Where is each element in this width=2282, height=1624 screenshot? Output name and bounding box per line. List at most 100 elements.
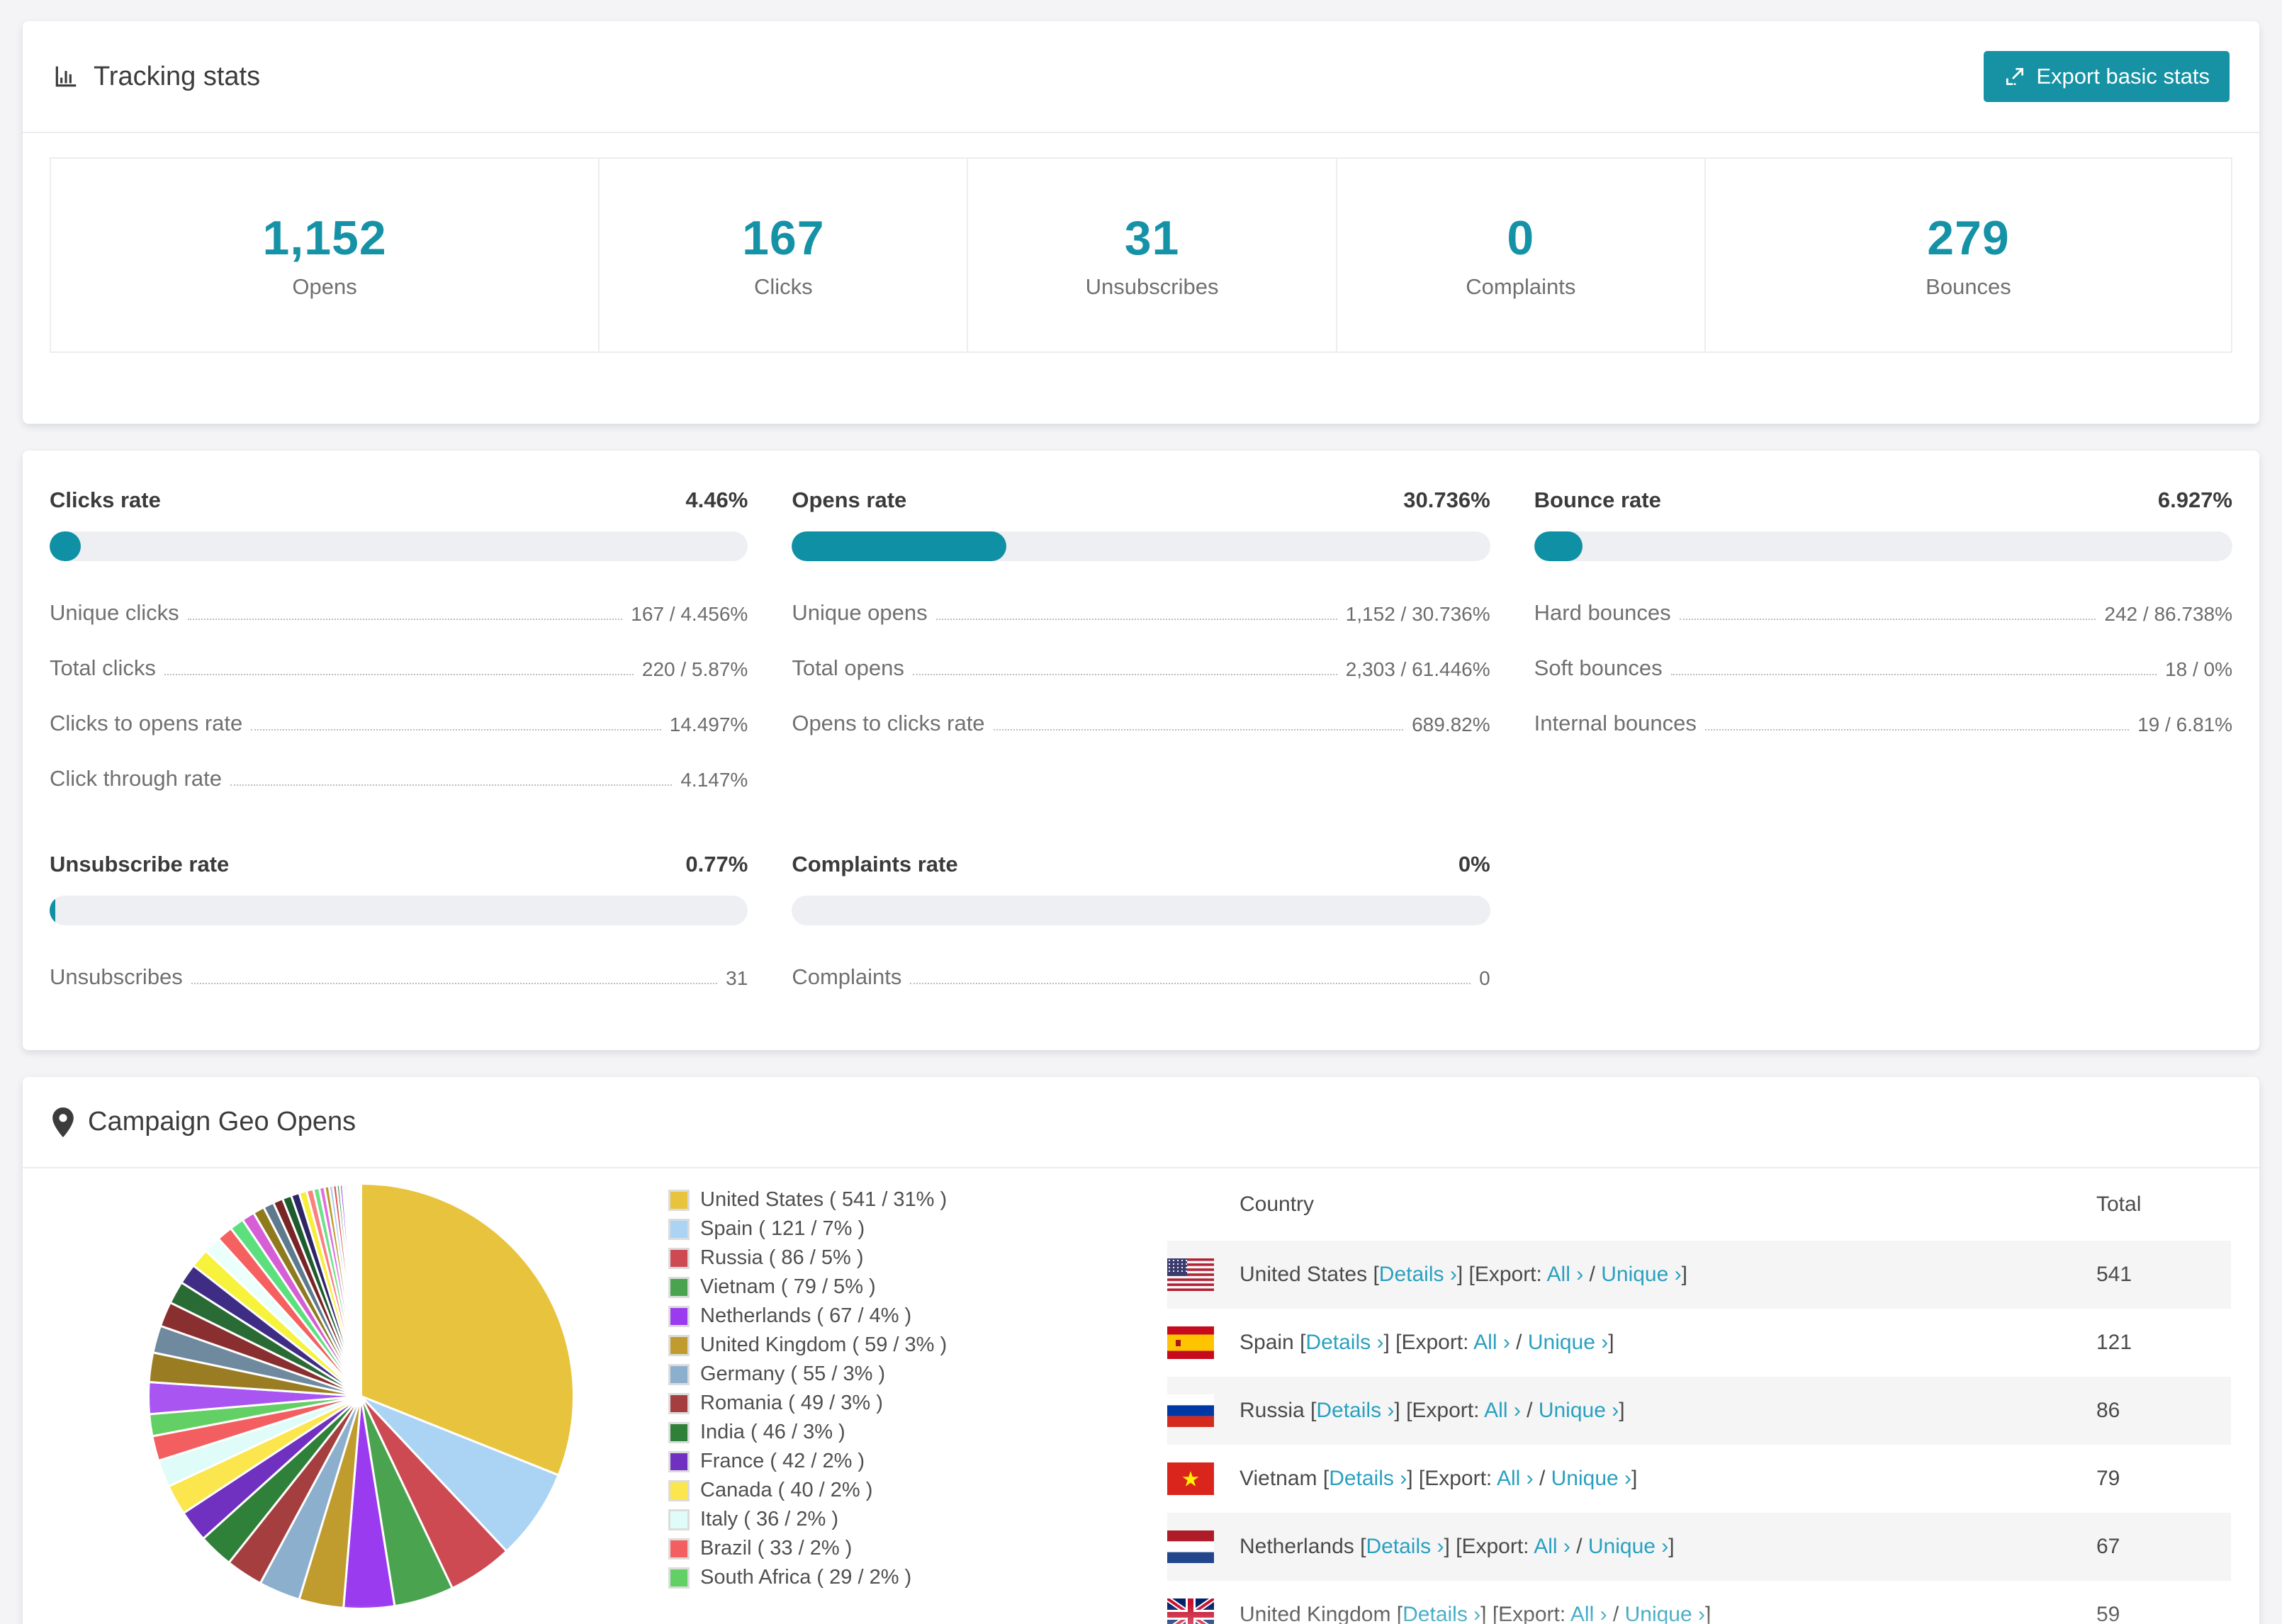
bounce-rate-title: Bounce rate (1534, 487, 1661, 512)
unsubscribe-rate-value: 0.77% (685, 852, 748, 876)
legend-item[interactable]: Romania ( 49 / 3% ) (668, 1389, 1093, 1418)
geo-header: Campaign Geo Opens (23, 1077, 2259, 1168)
details-link[interactable]: Details › (1316, 1399, 1394, 1422)
stat-row: Total opens 2,303 / 61.446% (792, 636, 1490, 692)
opens-rate-title: Opens rate (792, 487, 907, 512)
legend-swatch (670, 1511, 687, 1528)
legend-item[interactable]: Germany ( 55 / 3% ) (668, 1360, 1093, 1389)
country-flag-icon (1167, 1462, 1214, 1495)
legend-item[interactable]: France ( 42 / 2% ) (668, 1447, 1093, 1476)
legend-item[interactable]: South Africa ( 29 / 2% ) (668, 1563, 1093, 1592)
export-all-link[interactable]: All › (1473, 1331, 1510, 1354)
legend-label: United Kingdom ( 59 / 3% ) (700, 1333, 948, 1356)
legend-item[interactable]: Spain ( 121 / 7% ) (668, 1214, 1093, 1244)
legend-swatch (670, 1307, 687, 1325)
dotted-leader (1704, 729, 2130, 731)
legend-label: Spain ( 121 / 7% ) (700, 1217, 865, 1240)
details-link[interactable]: Details › (1305, 1331, 1383, 1354)
legend-item[interactable]: Brazil ( 33 / 2% ) (668, 1534, 1093, 1563)
bounce-rate-progress-bar (1534, 531, 2232, 561)
export-unique-link[interactable]: Unique › (1588, 1535, 1668, 1558)
export-all-link[interactable]: All › (1484, 1399, 1521, 1422)
export-unique-link[interactable]: Unique › (1539, 1399, 1619, 1422)
legend-item[interactable]: United States ( 541 / 31% ) (668, 1185, 1093, 1214)
export-unique-link[interactable]: Unique › (1601, 1263, 1681, 1286)
bounces-count: 279 (1927, 211, 2010, 265)
stat-row: Total clicks 220 / 5.87% (50, 636, 748, 692)
legend-label: Russia ( 86 / 5% ) (700, 1246, 864, 1269)
complaints-rate-progress-bar (792, 896, 1490, 925)
legend-item[interactable]: Netherlands ( 67 / 4% ) (668, 1302, 1093, 1331)
bounces-label: Bounces (1926, 274, 2011, 299)
legend-label: Germany ( 55 / 3% ) (700, 1363, 886, 1385)
tracking-stats-header: Tracking stats Export basic stats (23, 21, 2259, 133)
export-button-label: Export basic stats (2036, 64, 2210, 89)
opens-count: 1,152 (262, 211, 387, 265)
clicks-rate-value: 4.46% (685, 487, 748, 512)
export-all-link[interactable]: All › (1497, 1467, 1534, 1490)
stat-row: Internal bounces 19 / 6.81% (1534, 692, 2232, 747)
legend-item[interactable]: Russia ( 86 / 5% ) (668, 1244, 1093, 1273)
export-all-link[interactable]: All › (1570, 1603, 1607, 1624)
export-unique-link[interactable]: Unique › (1551, 1467, 1631, 1490)
unsubscribe-rate-block: Unsubscribe rate 0.77% Unsubscribes 31 (50, 852, 748, 1000)
geo-table-header: Country Total (1167, 1168, 2231, 1241)
stat-row-value: 1,152 / 30.736% (1345, 603, 1490, 625)
complaints-rate-value: 0% (1458, 852, 1490, 876)
stat-row-value: 4.147% (680, 769, 748, 791)
export-all-link[interactable]: All › (1534, 1535, 1570, 1558)
table-row: Vietnam [Details ›] [Export: All › / Uni… (1167, 1445, 2231, 1513)
legend-item[interactable]: Vietnam ( 79 / 5% ) (668, 1273, 1093, 1302)
legend-item[interactable]: India ( 46 / 3% ) (668, 1418, 1093, 1447)
dotted-leader (910, 983, 1471, 984)
legend-item[interactable]: Canada ( 40 / 2% ) (668, 1476, 1093, 1505)
stat-row-label: Soft bounces (1534, 655, 1663, 680)
legend-item[interactable]: Italy ( 36 / 2% ) (668, 1505, 1093, 1534)
table-row: United Kingdom [Details ›] [Export: All … (1167, 1581, 2231, 1624)
stat-row: Unsubscribes 31 (50, 945, 748, 1000)
clicks-rate-progress-bar (50, 531, 748, 561)
export-basic-stats-button[interactable]: Export basic stats (1984, 51, 2230, 102)
stat-row-label: Total clicks (50, 655, 156, 680)
geo-table-rows: United States [Details ›] [Export: All ›… (1167, 1241, 2231, 1624)
campaign-geo-opens-card: Campaign Geo Opens United States ( 541 /… (23, 1077, 2259, 1624)
stat-row-value: 14.497% (669, 714, 748, 735)
stat-row-value: 689.82% (1412, 714, 1490, 735)
stat-row-label: Unique opens (792, 600, 928, 625)
export-all-link[interactable]: All › (1547, 1263, 1584, 1286)
bar-chart-icon (52, 63, 79, 90)
stat-box-unsubscribes: 31 Unsubscribes (968, 157, 1337, 353)
country-flag-icon (1167, 1258, 1214, 1291)
export-unique-link[interactable]: Unique › (1528, 1331, 1608, 1354)
country-flag-icon (1167, 1598, 1214, 1624)
unsubscribe-rate-title: Unsubscribe rate (50, 852, 230, 876)
details-link[interactable]: Details › (1379, 1263, 1457, 1286)
bounce-rate-block: Bounce rate 6.927% Hard bounces 242 / 86… (1534, 487, 2232, 802)
export-unique-link[interactable]: Unique › (1625, 1603, 1705, 1624)
details-link[interactable]: Details › (1366, 1535, 1444, 1558)
stat-row: Click through rate 4.147% (50, 747, 748, 802)
country-total: 86 (2096, 1399, 2120, 1422)
stat-row-label: Unsubscribes (50, 964, 183, 989)
stat-row-value: 0 (1479, 967, 1490, 989)
legend-label: Vietnam ( 79 / 5% ) (700, 1275, 876, 1298)
stat-boxes: 1,152 Opens 167 Clicks 31 Unsubscribes 0… (50, 157, 2233, 353)
table-row: Netherlands [Details ›] [Export: All › /… (1167, 1513, 2231, 1581)
opens-rate-value: 30.736% (1403, 487, 1490, 512)
legend-item[interactable]: United Kingdom ( 59 / 3% ) (668, 1331, 1093, 1360)
geo-body: United States ( 541 / 31% ) Spain ( 121 … (23, 1168, 2259, 1624)
stat-row: Hard bounces 242 / 86.738% (1534, 581, 2232, 636)
stat-row: Unique clicks 167 / 4.456% (50, 581, 748, 636)
clicks-count: 167 (742, 211, 825, 265)
table-row: Russia [Details ›] [Export: All › / Uniq… (1167, 1377, 2231, 1445)
stat-row-value: 31 (726, 967, 748, 989)
stat-row-value: 19 / 6.81% (2137, 714, 2232, 735)
details-link[interactable]: Details › (1403, 1603, 1480, 1624)
country-name: United Kingdom (1240, 1603, 1391, 1624)
stat-row-value: 242 / 86.738% (2104, 603, 2232, 625)
details-link[interactable]: Details › (1329, 1467, 1407, 1490)
country-total: 79 (2096, 1467, 2120, 1490)
country-name: Vietnam (1240, 1467, 1317, 1490)
stat-row-label: Total opens (792, 655, 904, 680)
stat-box-opens: 1,152 Opens (50, 157, 600, 353)
